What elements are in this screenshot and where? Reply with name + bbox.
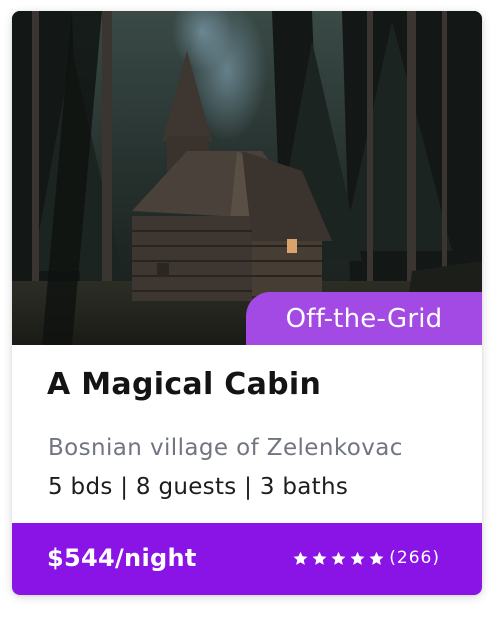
category-badge: Off-the-Grid bbox=[246, 292, 482, 345]
listing-card[interactable]: Off-the-Grid A Magical Cabin Bosnian vil… bbox=[12, 11, 482, 595]
star-icon bbox=[311, 550, 328, 567]
star-rating bbox=[292, 550, 387, 567]
star-icon bbox=[349, 550, 366, 567]
listing-title[interactable]: A Magical Cabin bbox=[47, 367, 321, 402]
star-icon bbox=[292, 550, 309, 567]
listing-details: 5 bds | 8 guests | 3 baths bbox=[48, 474, 349, 500]
cabin-photo[interactable]: Off-the-Grid bbox=[12, 11, 482, 345]
star-icon bbox=[330, 550, 347, 567]
listing-price: $544/night bbox=[47, 544, 197, 572]
star-icon bbox=[368, 550, 385, 567]
review-count: (266) bbox=[389, 548, 440, 568]
listing-body: A Magical Cabin Bosnian village of Zelen… bbox=[12, 345, 482, 523]
listing-location: Bosnian village of Zelenkovac bbox=[48, 435, 403, 461]
rating[interactable]: (266) bbox=[292, 548, 440, 568]
listing-footer: $544/night (266) bbox=[12, 523, 482, 595]
